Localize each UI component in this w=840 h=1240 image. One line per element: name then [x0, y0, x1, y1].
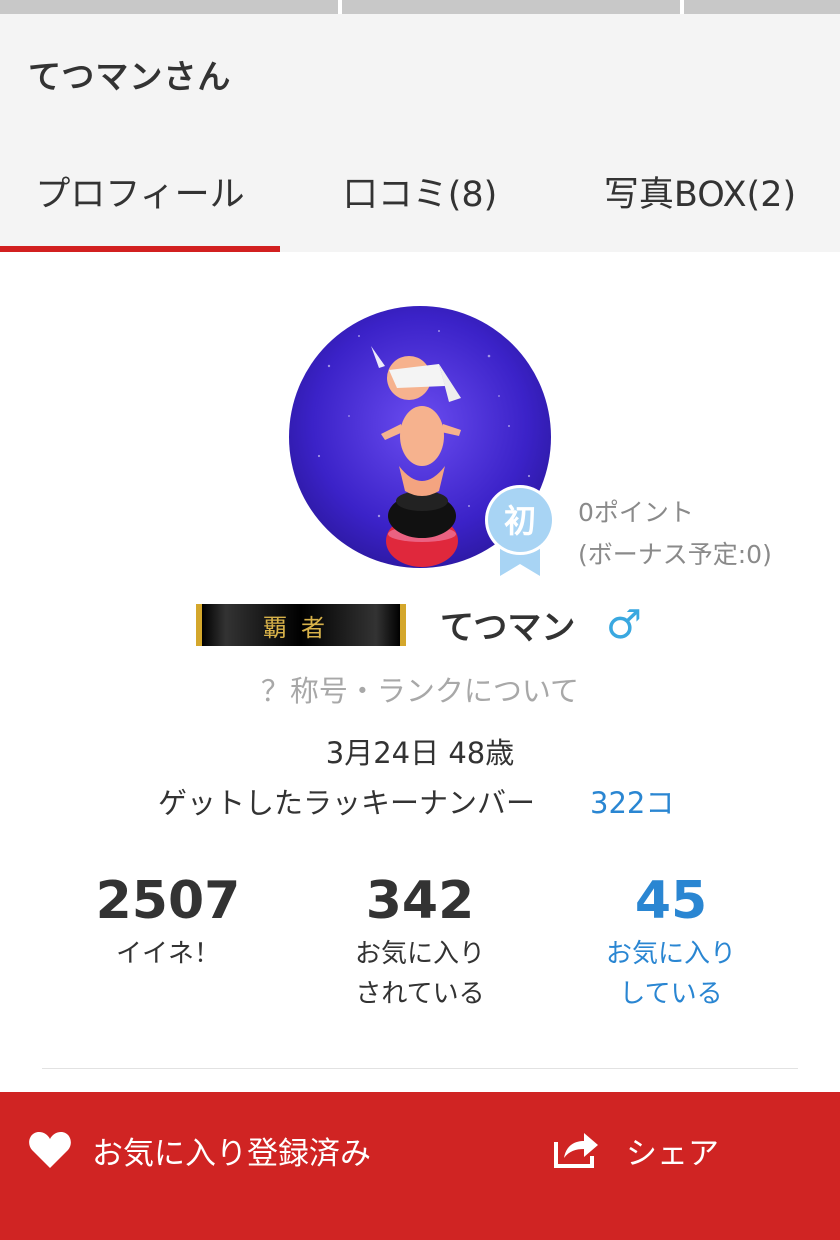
- tab-reviews[interactable]: 口コミ(8): [280, 144, 560, 252]
- strip-segment: [684, 0, 840, 14]
- active-tab-underline: [0, 246, 280, 252]
- share-icon: [554, 1133, 598, 1168]
- rank-info-link[interactable]: ？称号・ランクについて: [0, 668, 840, 710]
- stat-label: している: [619, 979, 723, 1009]
- stat-likes: 2507 イイネ！: [48, 868, 288, 974]
- tab-profile[interactable]: プロフィール: [0, 144, 280, 252]
- favorite-button[interactable]: お気に入り登録済み: [0, 1092, 480, 1204]
- stat-label: お気に入り: [354, 939, 485, 969]
- page-title: てつマンさん: [28, 57, 232, 96]
- header: てつマンさん プロフィール 口コミ(8) 写真BOX(2): [0, 14, 840, 252]
- points-info: 0ポイント (ボーナス予定:0): [578, 492, 772, 576]
- stat-label: イイネ！: [115, 939, 220, 969]
- stat-label: されている: [355, 979, 485, 1009]
- stat-favoriting[interactable]: 45 お気に入り している: [551, 868, 791, 1014]
- share-button[interactable]: シェア: [540, 1092, 840, 1204]
- points-value: 0ポイント: [578, 498, 694, 527]
- share-label: シェア: [626, 1136, 719, 1172]
- male-icon: ♂: [606, 602, 642, 648]
- lucky-number-label: ゲットしたラッキーナンバー: [158, 786, 536, 820]
- tab-bar: プロフィール 口コミ(8) 写真BOX(2): [0, 144, 840, 252]
- bonus-value: (ボーナス予定:0): [578, 540, 772, 569]
- status-strip: [0, 0, 840, 14]
- name-row: 覇者 てつマン ♂: [0, 600, 840, 652]
- user-name: てつマン: [440, 608, 576, 648]
- heart-icon: [29, 1132, 71, 1168]
- beginner-badge-icon: 初: [484, 484, 556, 576]
- tab-label: 口コミ(8): [342, 175, 498, 215]
- stat-favorited-by: 342 お気に入り されている: [300, 868, 540, 1014]
- badge-label: 初: [504, 502, 536, 540]
- stat-value: 45: [634, 871, 708, 931]
- strip-segment: [0, 0, 338, 14]
- birthday-age: 3月24日 48歳: [325, 736, 515, 770]
- stat-value: 2507: [95, 871, 241, 931]
- rank-title-plate: 覇者: [196, 604, 406, 646]
- divider: [42, 1068, 798, 1069]
- tab-label: 写真BOX(2): [603, 175, 797, 215]
- action-bar: お気に入り登録済み シェア: [0, 1092, 840, 1240]
- tab-label: プロフィール: [35, 175, 245, 215]
- tab-photo-box[interactable]: 写真BOX(2): [560, 144, 840, 252]
- stat-label: お気に入り: [605, 939, 736, 969]
- stat-value: 342: [365, 871, 475, 931]
- strip-segment: [342, 0, 680, 14]
- favorite-label: お気に入り登録済み: [92, 1136, 371, 1172]
- lucky-number-link[interactable]: 322コ: [590, 780, 674, 822]
